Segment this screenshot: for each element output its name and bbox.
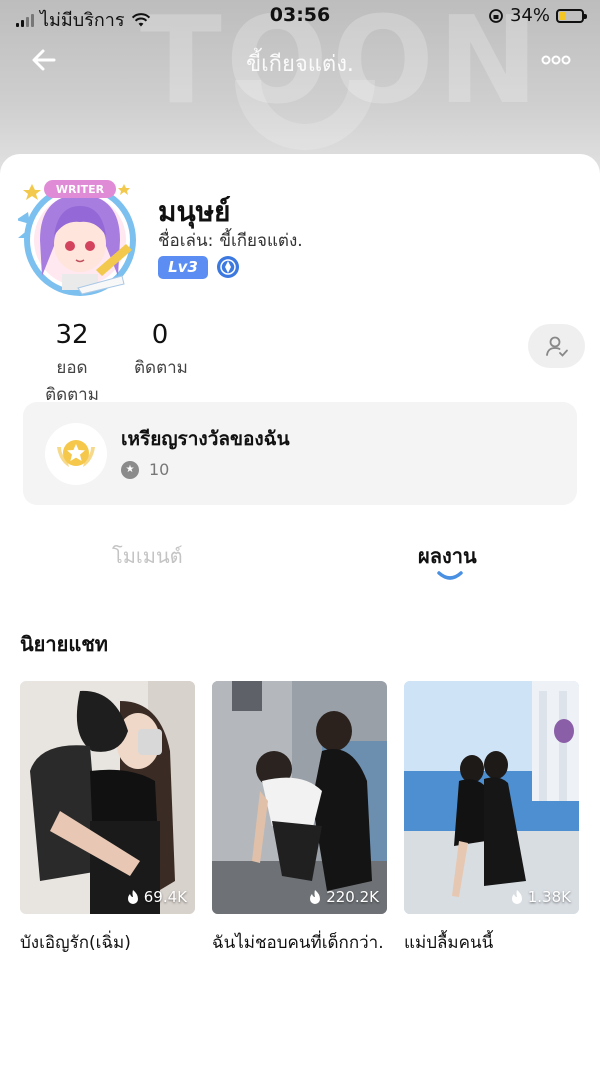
star-icon: ★ [121,460,139,479]
work-card[interactable]: 1.38K แม่ปลื้มคนนี้ [404,681,579,957]
svg-text:WRITER: WRITER [56,183,105,196]
follow-user-icon [545,336,568,357]
work-card[interactable]: 69.4K บังเอิญรัก(เฉิ่ม) [20,681,195,957]
following-label: ติดตาม [134,358,188,378]
level-badge[interactable]: Lv3 [158,255,208,279]
battery-icon [556,8,587,23]
battery-percent: 34% [509,5,550,26]
work-views: 1.38K [527,888,571,906]
tab-works[interactable]: ผลงาน [418,540,477,572]
work-card[interactable]: 220.2K ฉันไม่ชอบคนที่เด็กกว่า. [212,681,387,957]
following-count: 0 [151,320,169,350]
work-title[interactable]: ฉันไม่ชอบคนที่เด็กกว่า. [212,930,387,957]
work-title[interactable]: บังเอิญรัก(เฉิ่ม) [20,930,195,957]
follow-button[interactable] [528,324,585,368]
work-views: 220.2K [326,888,379,906]
section-title: นิยายแชท [20,632,108,656]
work-cover[interactable]: 220.2K [212,681,387,914]
work-cover[interactable]: 1.38K [404,681,579,914]
work-title[interactable]: แม่ปลื้มคนนี้ [404,930,579,957]
tab-moments[interactable]: โมเมนต์ [112,540,183,572]
header-title: ขี้เกียจแต่ง. [246,52,354,77]
orientation-lock-icon [489,8,503,23]
battery-level [559,11,567,20]
verified-icon[interactable] [216,255,240,279]
medal-icon [57,440,95,467]
nickname-value: ขี้เกียจแต่ง. [219,231,303,251]
work-cover[interactable]: 69.4K [20,681,195,914]
medals-title: เหรียญรางวัลของฉัน [121,428,290,450]
followers-count: 32 [55,320,89,350]
work-views: 69.4K [143,888,187,906]
cover-image [404,681,579,914]
tab-active-indicator [437,571,463,580]
profile-badges: Lv3 [158,255,240,279]
followers-stat[interactable]: 32 ยอดติดตาม [30,320,114,408]
followers-label: ยอดติดตาม [45,358,99,405]
more-icon[interactable] [540,50,572,70]
flame-icon [511,890,522,904]
cover-image [20,681,195,914]
brand-smile-shape [235,80,375,150]
medals-count: 10 [149,460,170,479]
profile-card: WRITER มนุษย์ ชื่อเล่น: ขี้เกียจแต่ง. Lv… [0,154,600,1067]
flame-icon [127,890,138,904]
nickname-label: ชื่อเล่น: [158,231,214,251]
status-bar: ไม่มีบริการ 03:56 34% [0,0,600,32]
cover-image [212,681,387,914]
following-stat[interactable]: 0 ติดตาม [134,320,188,381]
medals-card[interactable]: เหรียญรางวัลของฉัน ★ 10 [23,402,577,505]
flame-icon [310,890,321,904]
avatar[interactable]: WRITER [18,176,142,300]
profile-nickname: ชื่อเล่น: ขี้เกียจแต่ง. [158,227,303,254]
